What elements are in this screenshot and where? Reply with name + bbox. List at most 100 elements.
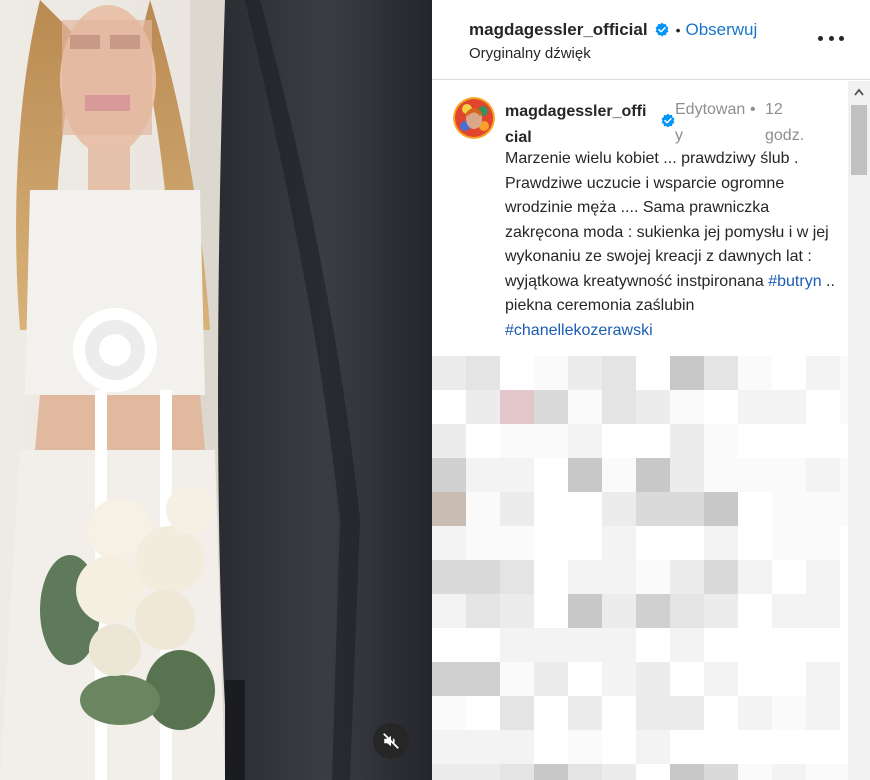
author-username[interactable]: magdagessler_official <box>469 20 648 40</box>
mosaic-cell <box>568 390 602 424</box>
mosaic-cell <box>534 390 568 424</box>
mosaic-cell <box>738 390 772 424</box>
mosaic-cell <box>636 424 670 458</box>
mosaic-cell <box>568 458 602 492</box>
mosaic-cell <box>806 662 840 696</box>
mosaic-cell <box>704 458 738 492</box>
mosaic-cell <box>602 424 636 458</box>
mosaic-cell <box>636 594 670 628</box>
mosaic-cell <box>466 628 500 662</box>
mosaic-cell <box>670 628 704 662</box>
mosaic-cell <box>602 696 636 730</box>
mosaic-cell <box>568 628 602 662</box>
mosaic-cell <box>704 628 738 662</box>
mosaic-cell <box>602 458 636 492</box>
mosaic-cell <box>840 764 848 780</box>
mosaic-cell <box>636 696 670 730</box>
mosaic-cell <box>466 458 500 492</box>
mosaic-cell <box>534 730 568 764</box>
mosaic-cell <box>432 696 466 730</box>
mosaic-cell <box>738 356 772 390</box>
author-row: magdagessler_official • Obserwuj <box>469 20 757 40</box>
mosaic-cell <box>704 560 738 594</box>
mute-button[interactable] <box>373 723 409 759</box>
more-horizontal-icon <box>828 36 834 41</box>
mosaic-cell <box>704 662 738 696</box>
mosaic-cell <box>670 390 704 424</box>
mosaic-cell <box>840 526 848 560</box>
mosaic-cell <box>704 764 738 780</box>
mosaic-cell <box>738 696 772 730</box>
mosaic-cell <box>466 526 500 560</box>
mosaic-cell <box>602 764 636 780</box>
mosaic-cell <box>738 560 772 594</box>
mosaic-cell <box>738 628 772 662</box>
mosaic-cell <box>534 492 568 526</box>
mosaic-cell <box>466 424 500 458</box>
post-header: magdagessler_official • Obserwuj Orygina… <box>432 0 870 80</box>
mosaic-cell <box>738 764 772 780</box>
post-media[interactable] <box>0 0 432 780</box>
hashtag-link[interactable]: #chanellekozerawski <box>505 322 653 339</box>
mosaic-cell <box>670 526 704 560</box>
mosaic-cell <box>500 764 534 780</box>
mosaic-cell <box>466 730 500 764</box>
verified-badge-icon <box>655 22 668 37</box>
mosaic-cell <box>670 356 704 390</box>
mosaic-cell <box>534 560 568 594</box>
mosaic-cell <box>670 594 704 628</box>
mosaic-cell <box>738 662 772 696</box>
mosaic-cell <box>432 356 466 390</box>
follow-button[interactable]: Obserwuj <box>685 20 757 40</box>
mosaic-cell <box>704 696 738 730</box>
mosaic-cell <box>704 424 738 458</box>
caption: magdagessler_official Edytowany • 12 god… <box>432 81 844 353</box>
scrollbar-thumb[interactable] <box>851 105 867 175</box>
mosaic-cell <box>568 594 602 628</box>
mosaic-cell <box>738 594 772 628</box>
mosaic-cell <box>500 560 534 594</box>
mosaic-cell <box>636 560 670 594</box>
mosaic-cell <box>772 628 806 662</box>
mosaic-cell <box>432 492 466 526</box>
mosaic-cell <box>806 696 840 730</box>
avatar[interactable] <box>453 97 495 139</box>
mosaic-cell <box>568 560 602 594</box>
mosaic-cell <box>432 764 466 780</box>
mosaic-cell <box>500 662 534 696</box>
mosaic-cell <box>806 730 840 764</box>
more-options-button[interactable] <box>818 36 844 44</box>
timestamp[interactable]: 12 godz. <box>765 97 817 149</box>
mosaic-cell <box>466 560 500 594</box>
mosaic-cell <box>602 628 636 662</box>
mosaic-cell <box>602 356 636 390</box>
scroll-up-button[interactable] <box>848 81 870 103</box>
mosaic-cell <box>806 526 840 560</box>
mosaic-cell <box>636 492 670 526</box>
mosaic-cell <box>704 594 738 628</box>
mosaic-cell <box>772 594 806 628</box>
mosaic-cell <box>500 424 534 458</box>
scrollbar[interactable] <box>848 81 870 780</box>
mosaic-cell <box>466 390 500 424</box>
mosaic-cell <box>840 696 848 730</box>
mosaic-cell <box>534 662 568 696</box>
mosaic-cell <box>670 458 704 492</box>
caption-username[interactable]: magdagessler_official <box>505 99 653 151</box>
mosaic-cell <box>806 356 840 390</box>
mosaic-cell <box>466 356 500 390</box>
more-horizontal-icon <box>818 36 823 41</box>
mosaic-cell <box>704 526 738 560</box>
mosaic-cell <box>568 424 602 458</box>
mosaic-cell <box>466 764 500 780</box>
mosaic-cell <box>466 696 500 730</box>
hashtag-link[interactable]: #butryn <box>768 273 821 290</box>
mosaic-cell <box>772 730 806 764</box>
audio-label[interactable]: Oryginalny dźwięk <box>469 45 591 62</box>
mosaic-cell <box>670 560 704 594</box>
mosaic-cell <box>840 730 848 764</box>
mosaic-cell <box>568 696 602 730</box>
mosaic-cell <box>772 526 806 560</box>
mosaic-cell <box>738 730 772 764</box>
mosaic-cell <box>500 730 534 764</box>
